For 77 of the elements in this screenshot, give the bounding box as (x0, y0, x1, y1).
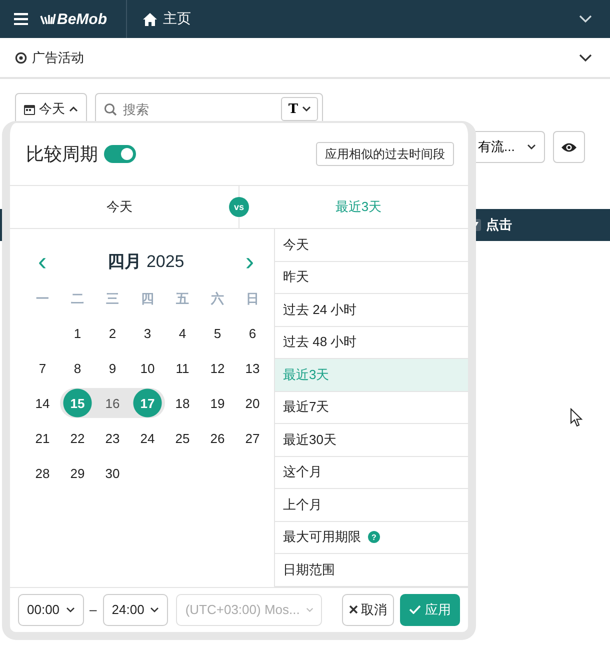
calendar-day[interactable]: 10 (130, 353, 165, 383)
type-dropdown[interactable]: T (281, 97, 318, 121)
logo-icon (40, 13, 56, 25)
target-icon (15, 52, 27, 64)
compare-toggle[interactable] (104, 145, 136, 163)
calendar-day[interactable]: 20 (235, 388, 270, 418)
preset-option[interactable]: 最近7天 (275, 392, 468, 424)
home-icon (143, 12, 157, 26)
calendar-day[interactable]: 25 (165, 423, 200, 453)
cancel-button[interactable]: 取消 (342, 594, 394, 626)
weekday-label: 五 (175, 290, 190, 308)
weekday-label: 日 (245, 290, 260, 308)
calendar-day[interactable]: 22 (60, 423, 95, 453)
preset-option[interactable]: 最大可用期限 ? (275, 522, 468, 554)
preset-option[interactable]: 过去 24 小时 (275, 294, 468, 326)
eye-icon (561, 142, 577, 152)
calendar-day[interactable]: 7 (25, 353, 60, 383)
similar-period-button[interactable]: 应用相似的过去时间段 (316, 142, 454, 166)
weekday-label: 六 (210, 290, 225, 308)
chevron-up-icon (69, 106, 78, 112)
calendar-day[interactable]: 24 (130, 423, 165, 453)
calendar-day[interactable]: 18 (165, 388, 200, 418)
chevron-down-icon (527, 144, 536, 150)
calendar-day[interactable]: 6 (235, 318, 270, 348)
chevron-down-icon (302, 106, 311, 112)
calendar-day[interactable]: 9 (95, 353, 130, 383)
calendar-day[interactable]: 28 (25, 458, 60, 488)
column-header[interactable]: 点击 (486, 216, 512, 234)
preset-option[interactable]: 今天 (275, 229, 468, 262)
current-period[interactable]: 今天 (106, 198, 132, 216)
preset-option[interactable]: 这个月 (275, 456, 468, 489)
start-time-select[interactable]: 00:00 (18, 594, 84, 626)
search-icon (104, 102, 117, 116)
chevron-down-icon[interactable] (579, 54, 592, 62)
weekday-label: 三 (105, 290, 120, 308)
calendar-day[interactable]: 16 (95, 388, 130, 418)
month-title: 四月 2025 (108, 250, 184, 272)
calendar-day[interactable]: 27 (235, 423, 270, 453)
section-title[interactable]: 广告活动 (32, 48, 84, 66)
range-separator: – (90, 602, 97, 617)
weekday-label: 四 (140, 290, 155, 308)
calendar-day[interactable]: 8 (60, 353, 95, 383)
calendar-day[interactable]: 30 (95, 458, 130, 488)
check-icon (409, 605, 421, 614)
calendar-day[interactable]: 26 (200, 423, 235, 453)
compare-title: 比较周期 (26, 143, 98, 166)
cursor-icon (570, 408, 584, 428)
calendar-day[interactable]: 2 (95, 318, 130, 348)
calendar-day[interactable]: 13 (235, 353, 270, 383)
chevron-down-icon (150, 606, 160, 612)
calendar-day[interactable]: 14 (25, 388, 60, 418)
preset-option[interactable]: 上个月 (275, 489, 468, 522)
chevron-down-icon (66, 606, 75, 612)
menu-icon[interactable] (14, 13, 28, 25)
chevron-down-icon (306, 606, 314, 612)
end-time-select[interactable]: 24:00 (102, 594, 168, 626)
calendar-day[interactable]: 3 (130, 318, 165, 348)
preset-option[interactable]: 最近30天 (275, 424, 468, 456)
home-tab[interactable]: 主页 (163, 10, 191, 28)
visibility-button[interactable] (553, 131, 585, 163)
weekday-label: 一 (35, 290, 50, 308)
preset-option[interactable]: 日期范围 (275, 554, 468, 586)
preset-option[interactable]: 昨天 (275, 262, 468, 294)
calendar-day[interactable]: 19 (200, 388, 235, 418)
calendar-day[interactable]: 23 (95, 423, 130, 453)
calendar-day[interactable]: 12 (200, 353, 235, 383)
calendar-day[interactable]: 1 (60, 318, 95, 348)
calendar-day[interactable]: 21 (25, 423, 60, 453)
logo[interactable]: BeMob (57, 10, 107, 28)
calendar-day[interactable]: 29 (60, 458, 95, 488)
close-icon (349, 605, 358, 614)
weekday-label: 二 (70, 290, 85, 308)
calendar-day[interactable]: 11 (165, 353, 200, 383)
calendar-icon (24, 104, 35, 114)
calendar-day[interactable]: 4 (165, 318, 200, 348)
calendar-day[interactable]: 5 (200, 318, 235, 348)
vs-badge: vs (229, 197, 249, 217)
